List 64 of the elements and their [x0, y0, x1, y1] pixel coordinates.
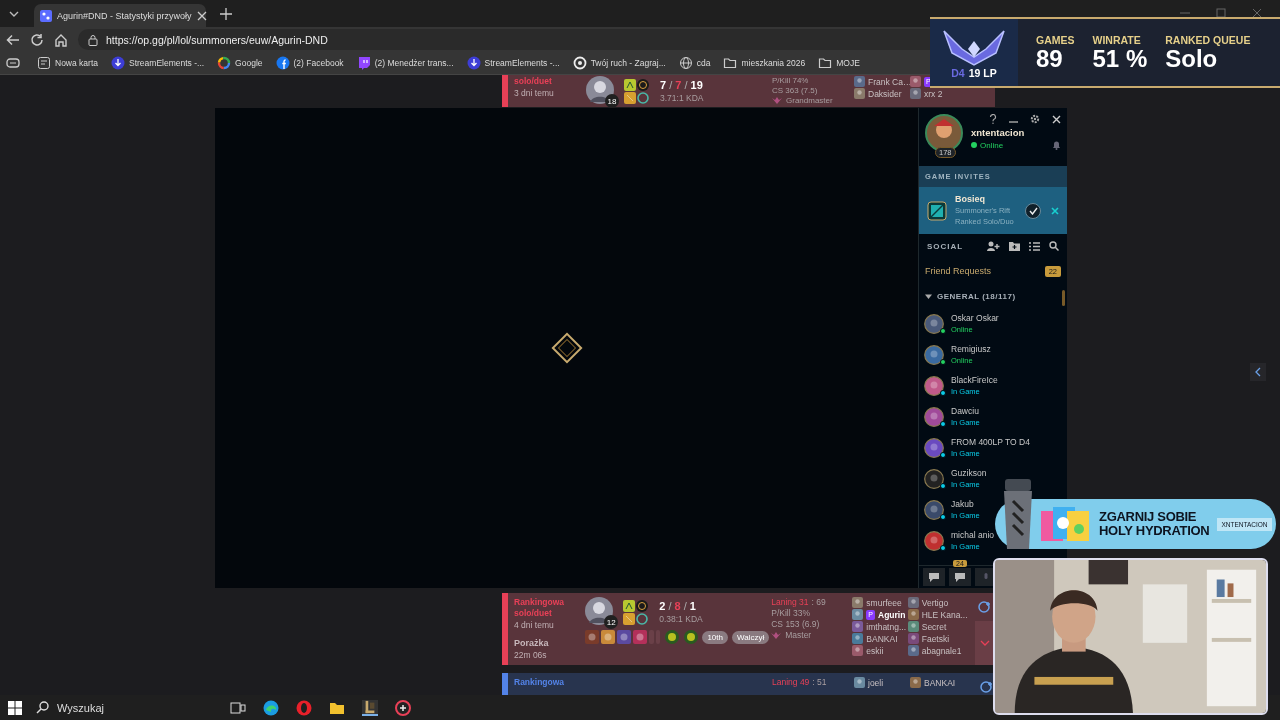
- player-name[interactable]: imthatng...: [866, 621, 906, 632]
- stat-label: GAMES: [1036, 33, 1075, 46]
- bookmark[interactable]: StreamElements -...: [111, 56, 205, 70]
- player-name[interactable]: joeli: [868, 677, 884, 688]
- kda-ratio: 0.38:1 KDA: [659, 614, 703, 624]
- kda-ratio: 3.71:1 KDA: [660, 93, 704, 103]
- match-stat: CS 363 (7.5): [772, 86, 819, 96]
- player-name[interactable]: Agurin: [878, 609, 906, 620]
- champion-level: 18: [605, 94, 619, 108]
- player-name[interactable]: BANKAI: [924, 677, 956, 688]
- match-stat: CS 153 (6.9): [771, 619, 821, 630]
- champion-level: 12: [604, 615, 619, 629]
- bookmark[interactable]: Google: [217, 56, 263, 70]
- bookmark[interactable]: (2) Facebook: [275, 56, 344, 70]
- bookmark[interactable]: mieszkania 2026: [723, 56, 806, 70]
- match-time: 3 dni temu: [514, 87, 555, 99]
- player-name[interactable]: Vertigo: [921, 597, 949, 608]
- ad-headline: ZGARNIJ SOBIE: [1099, 510, 1198, 524]
- inviter-name: Bosieq: [955, 194, 986, 205]
- kda-score: 2 / 8 / 1: [659, 600, 697, 612]
- bookmark[interactable]: Nowa karta: [37, 56, 98, 70]
- kda-score: 7 / 7 / 19: [660, 79, 704, 91]
- ad-headline: HOLY HYDRATION: [1099, 524, 1210, 538]
- laning-opponent: : 51: [812, 677, 827, 687]
- player-name[interactable]: BANKAI: [866, 633, 898, 644]
- player-name[interactable]: eskii: [866, 645, 884, 656]
- rank-name: Grandmaster: [786, 96, 833, 106]
- taskbar-search[interactable]: Wyszukaj: [36, 701, 216, 714]
- player-name[interactable]: HLE Kana...: [921, 609, 968, 620]
- laning-score: Laning 31: [771, 597, 809, 607]
- match-stat: P/Kill 74%: [772, 76, 810, 86]
- division-label: D4: [951, 66, 965, 79]
- section-title: SOCIAL: [927, 241, 964, 251]
- laning-score: Laning 49: [772, 677, 810, 687]
- rank-name: Master: [785, 630, 812, 641]
- group-header[interactable]: GENERAL (18/117): [919, 284, 1067, 308]
- stat-label: RANKED QUEUE: [1165, 33, 1251, 46]
- browser-tab[interactable]: Agurin#DND - Statystyki przywoły: [34, 4, 206, 27]
- stat-label: WINRATE: [1092, 33, 1141, 46]
- player-name[interactable]: smurfeee: [866, 597, 902, 608]
- lp-label: 19 LP: [968, 66, 997, 79]
- bookmark[interactable]: (2) Menedżer trans...: [356, 56, 454, 70]
- bookmark[interactable]: MOJE: [818, 56, 860, 70]
- queue-type: Rankingowa: [514, 677, 566, 688]
- queue-type: Rankingowa solo/duet: [514, 597, 566, 619]
- match-time: 4 dni temu: [514, 619, 555, 631]
- laning-opponent: : 69: [811, 597, 826, 607]
- player-name[interactable]: abagnale1: [921, 645, 962, 656]
- queue-type: solo/duet: [514, 76, 553, 87]
- match-result: Porażka: [514, 637, 550, 649]
- match-stat: P/Kill 33%: [771, 608, 811, 619]
- match-duration: 22m 06s: [514, 649, 548, 661]
- player-name[interactable]: Secret: [921, 621, 947, 632]
- online-status: Online: [980, 140, 1004, 150]
- player-name[interactable]: xrx 2: [924, 88, 943, 99]
- placement-badge: Walczył: [731, 630, 770, 644]
- player-name[interactable]: Frank Ca…: [868, 76, 912, 87]
- placement-badge: 10th: [702, 630, 728, 644]
- summoner-name: xntentacion: [971, 127, 1026, 138]
- bookmark[interactable]: cda: [678, 56, 711, 70]
- player-name[interactable]: Faetski: [921, 633, 950, 644]
- bookmark[interactable]: Twój ruch - Zagraj...: [572, 56, 666, 70]
- player-name[interactable]: Daksider: [868, 88, 902, 99]
- bookmark[interactable]: StreamElements -...: [466, 56, 560, 70]
